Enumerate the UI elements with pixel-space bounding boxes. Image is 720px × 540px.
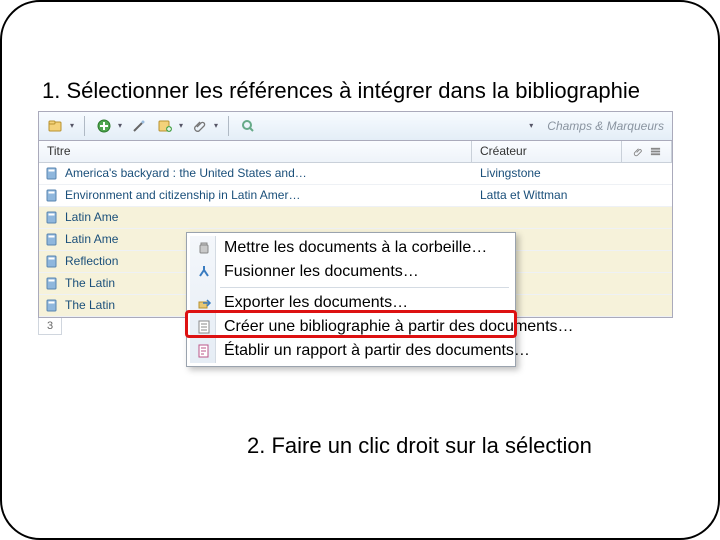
chevron-down-icon: ▾	[529, 121, 533, 130]
wand-button[interactable]	[130, 117, 148, 135]
column-title[interactable]: Titre	[39, 141, 472, 162]
menu-label: Mettre les documents à la corbeille…	[224, 239, 487, 257]
chevron-down-icon: ▾	[179, 121, 183, 130]
cell-title: Latin Ame	[65, 232, 118, 246]
export-icon	[195, 294, 213, 312]
pager[interactable]: 3	[38, 318, 62, 335]
table-row[interactable]: Latin Ame	[39, 207, 672, 229]
column-creator[interactable]: Créateur	[472, 141, 622, 162]
slide-frame: 1. Sélectionner les références à intégre…	[0, 0, 720, 540]
options-icon	[650, 146, 661, 157]
attachment-icon	[633, 146, 644, 157]
trash-icon	[195, 239, 213, 257]
cell-title: The Latin	[65, 298, 115, 312]
menu-label: Créer une bibliographie à partir des doc…	[224, 318, 574, 336]
menu-item-create-bibliography[interactable]: Créer une bibliographie à partir des doc…	[190, 315, 512, 339]
cell-title: Environment and citizenship in Latin Ame…	[65, 188, 300, 202]
book-icon	[45, 232, 59, 246]
table-row[interactable]: Environment and citizenship in Latin Ame…	[39, 185, 672, 207]
toolbar: ▾ ▾ ▾ ▾ ▾ Champs & Marqueurs	[38, 111, 673, 141]
menu-item-trash[interactable]: Mettre les documents à la corbeille…	[190, 236, 512, 260]
chevron-down-icon: ▾	[118, 121, 122, 130]
cell-title: Reflection	[65, 254, 118, 268]
context-menu: Mettre les documents à la corbeille… Fus…	[186, 232, 516, 367]
separator	[228, 116, 229, 136]
instruction-step-1: 1. Sélectionner les références à intégre…	[42, 77, 678, 105]
cell-creator: Latta et Wittman	[472, 188, 622, 202]
table-header: Titre Créateur	[39, 141, 672, 163]
book-icon	[45, 166, 59, 180]
new-collection-button[interactable]	[47, 117, 65, 135]
cell-creator: Livingstone	[472, 166, 622, 180]
menu-label: Exporter les documents…	[224, 294, 408, 312]
book-icon	[45, 210, 59, 224]
report-icon	[195, 342, 213, 360]
lookup-button[interactable]	[239, 117, 257, 135]
cell-title: Latin Ame	[65, 210, 118, 224]
book-icon	[45, 254, 59, 268]
menu-item-report[interactable]: Établir un rapport à partir des document…	[190, 339, 512, 363]
cell-title: The Latin	[65, 276, 115, 290]
menu-label: Fusionner les documents…	[224, 263, 419, 281]
attach-button[interactable]	[191, 117, 209, 135]
book-icon	[45, 188, 59, 202]
bibliography-icon	[195, 318, 213, 336]
cell-title: America's backyard : the United States a…	[65, 166, 307, 180]
column-extra[interactable]	[622, 141, 672, 162]
chevron-down-icon: ▾	[214, 121, 218, 130]
instruction-step-2: 2. Faire un clic droit sur la sélection	[247, 432, 597, 460]
search-placeholder[interactable]: Champs & Marqueurs	[547, 119, 664, 133]
merge-icon	[195, 263, 213, 281]
book-icon	[45, 276, 59, 290]
menu-item-export[interactable]: Exporter les documents…	[190, 291, 512, 315]
chevron-down-icon: ▾	[70, 121, 74, 130]
new-item-button[interactable]	[95, 117, 113, 135]
book-icon	[45, 298, 59, 312]
add-note-button[interactable]	[156, 117, 174, 135]
separator	[84, 116, 85, 136]
table-row[interactable]: America's backyard : the United States a…	[39, 163, 672, 185]
menu-item-merge[interactable]: Fusionner les documents…	[190, 260, 512, 284]
menu-separator	[220, 287, 509, 288]
menu-label: Établir un rapport à partir des document…	[224, 342, 530, 360]
